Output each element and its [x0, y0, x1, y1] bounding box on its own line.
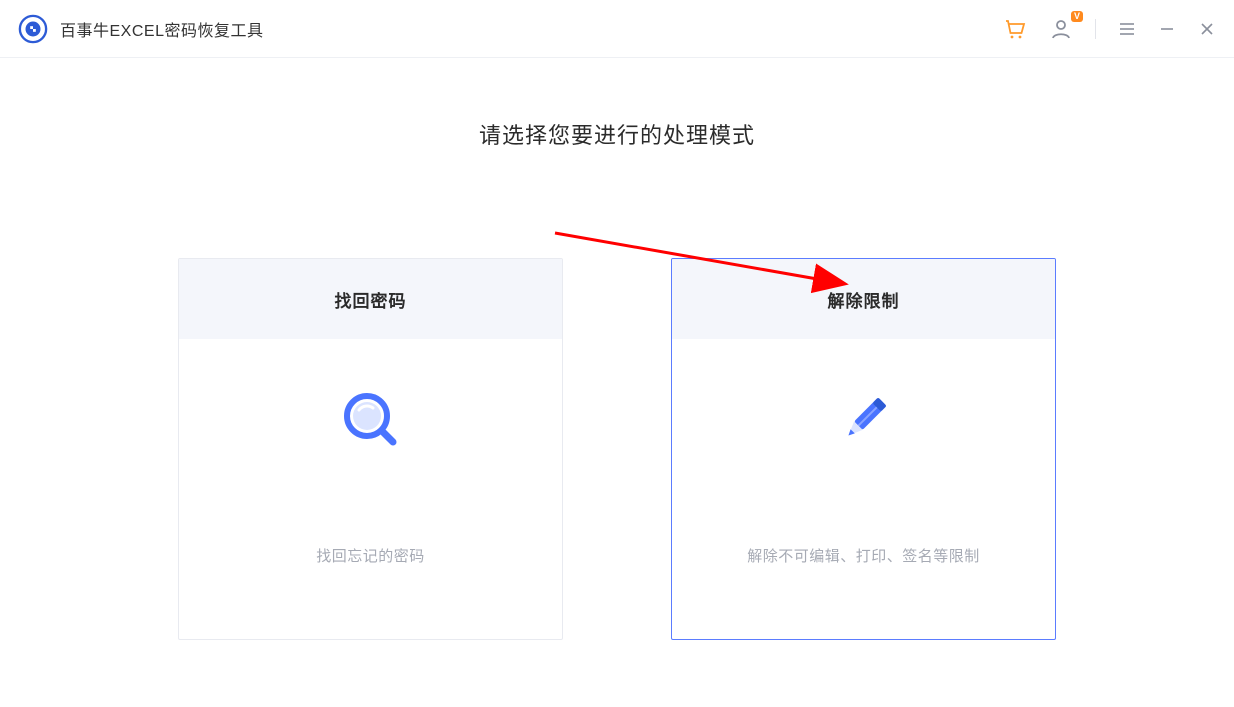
titlebar-left: 百事牛EXCEL密码恢复工具	[18, 14, 263, 44]
card-desc: 解除不可编辑、打印、签名等限制	[747, 545, 980, 566]
menu-icon[interactable]	[1118, 20, 1136, 38]
titlebar-divider	[1095, 19, 1096, 39]
card-title: 解除限制	[672, 259, 1055, 339]
main-content: 请选择您要进行的处理模式 找回密码 找回忘记的密码 解除限制	[0, 58, 1234, 640]
titlebar: 百事牛EXCEL密码恢复工具 V	[0, 0, 1234, 58]
mode-cards: 找回密码 找回忘记的密码 解除限制	[178, 258, 1056, 640]
card-desc: 找回忘记的密码	[316, 545, 425, 566]
card-recover-password[interactable]: 找回密码 找回忘记的密码	[178, 258, 563, 640]
minimize-button[interactable]	[1158, 20, 1176, 38]
vip-badge: V	[1071, 11, 1083, 22]
page-heading: 请选择您要进行的处理模式	[479, 118, 755, 150]
app-logo	[18, 14, 48, 44]
cart-icon[interactable]	[1003, 17, 1027, 41]
pencil-icon	[829, 385, 899, 455]
card-body: 解除不可编辑、打印、签名等限制	[672, 339, 1055, 639]
card-remove-restriction[interactable]: 解除限制 解除不可编辑、打印、签名等限制	[671, 258, 1056, 640]
account-icon[interactable]: V	[1049, 17, 1073, 41]
close-button[interactable]	[1198, 20, 1216, 38]
app-title: 百事牛EXCEL密码恢复工具	[60, 17, 263, 41]
card-title: 找回密码	[179, 259, 562, 339]
card-body: 找回忘记的密码	[179, 339, 562, 639]
titlebar-right: V	[1003, 17, 1216, 41]
magnifier-icon	[336, 385, 406, 455]
